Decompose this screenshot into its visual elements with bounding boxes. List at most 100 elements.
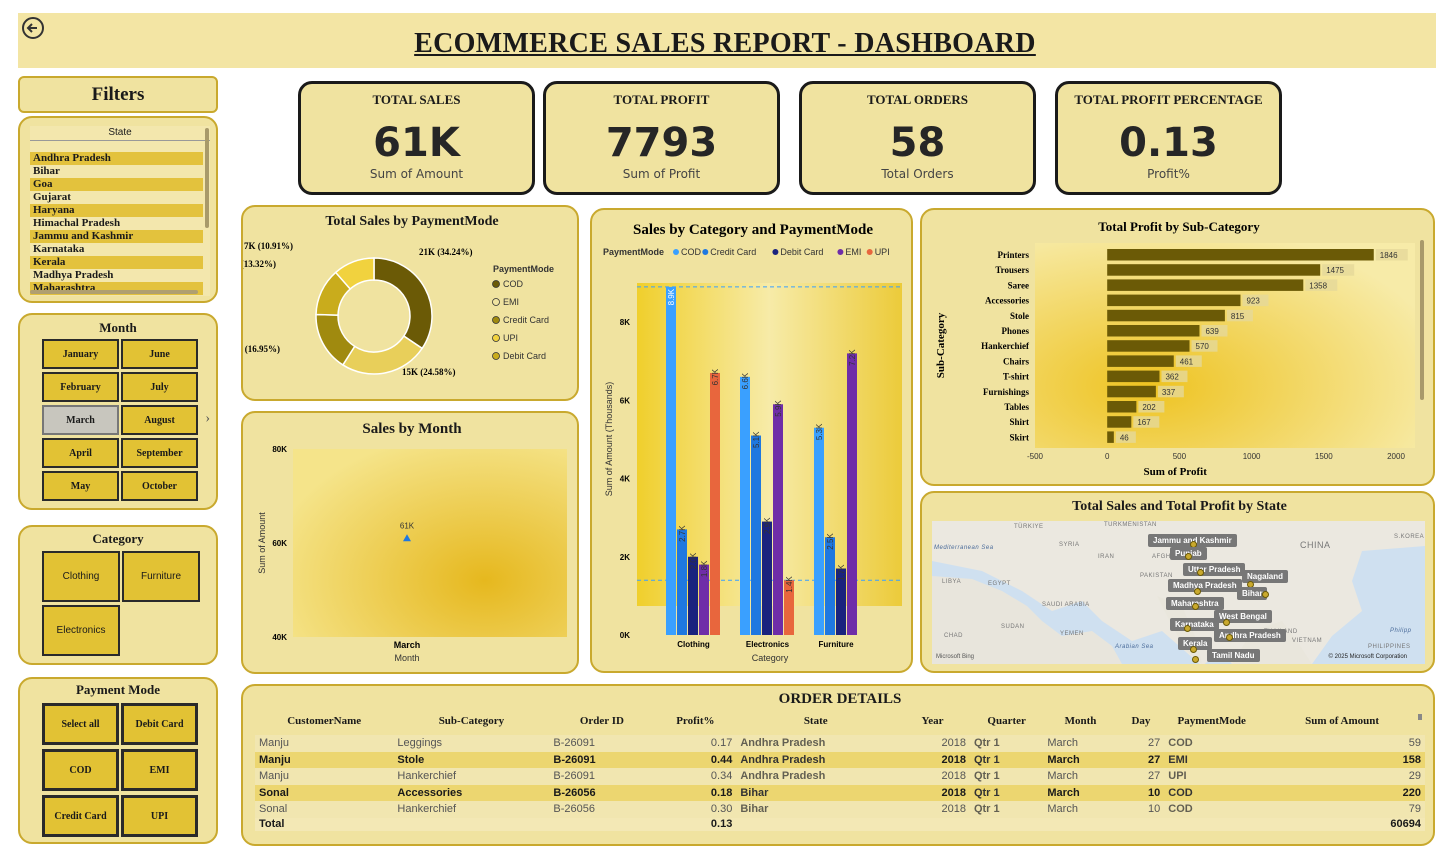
table-row[interactable]: Sonal Accessories B-26056 0.18 Bihar 2018 Qtr … [255,784,1425,801]
table-cell: Sonal [259,786,289,799]
column-header[interactable]: Month [1043,711,1117,730]
y-tick-label: 2K [620,553,630,562]
state-list[interactable]: Andhra Pradesh Bihar Goa Gujarat Haryana Hima… [30,152,203,295]
column-header[interactable]: Year [895,711,970,730]
profit-chart[interactable]: Total Profit by Sub-Category 1846 Printers… [922,210,1437,488]
column-header[interactable]: Sum of Amount [1259,711,1425,730]
month-button[interactable]: July [121,372,198,402]
map-state-label[interactable]: Uttar Pradesh [1183,563,1246,576]
column-header[interactable]: Order ID [549,711,654,730]
column-header[interactable]: PaymentMode [1164,711,1259,730]
bar [1107,370,1160,383]
map-state-label[interactable]: Tamil Nadu [1207,649,1260,662]
state-vscrollbar[interactable] [205,128,209,228]
payment-button[interactable]: Credit Card [42,795,119,837]
state-item[interactable]: Jammu and Kashmir [30,230,203,243]
table-cell: B-26056 [553,786,596,799]
category-button[interactable]: Electronics [42,605,120,656]
payment-button[interactable]: UPI [121,795,198,837]
month-button[interactable]: June [121,339,198,369]
month-button[interactable]: March [42,405,119,435]
legend-dot-icon [492,280,500,288]
month-button[interactable]: April [42,438,119,468]
x-tick-label: 2000 [1387,452,1405,461]
table-row[interactable]: Manju Leggings B-26091 0.17 Andhra Pradesh 20… [255,735,1425,752]
profit-scrollbar[interactable] [1420,240,1424,400]
state-item[interactable]: Gujarat [30,191,203,204]
order-scrollbar[interactable] [1418,714,1422,720]
column-header[interactable]: Sub-Category [393,711,549,730]
state-item[interactable]: Kerala [30,256,203,269]
table-total-cell: 60694 [1390,818,1421,830]
state-item[interactable]: Karnataka [30,243,203,256]
kpi-value: 0.13 [1119,120,1218,166]
column-header[interactable]: CustomerName [255,711,393,730]
table-row[interactable]: Sonal Hankerchief B-26056 0.30 Bihar 2018 Qtr … [255,801,1425,818]
bar [1107,309,1225,322]
map-place-label: PAKISTAN [1140,573,1173,579]
state-item[interactable]: Haryana [30,204,203,217]
month-button[interactable]: October [121,471,198,501]
month-button[interactable]: February [42,372,119,402]
map-bubble[interactable] [1197,569,1204,576]
bar-data-label: 2.9K [763,517,772,534]
column-header[interactable]: Quarter [970,711,1043,730]
map-bubble[interactable] [1185,553,1192,560]
map-bubble[interactable] [1190,646,1197,653]
state-item[interactable]: Bihar [30,165,203,178]
map-state-label[interactable]: Andhra Pradesh [1214,629,1286,642]
category-button[interactable]: Clothing [42,551,120,602]
donut-legend-item: UPI [503,333,518,343]
state-item[interactable]: Andhra Pradesh [30,152,203,165]
category-title: Category [92,531,144,546]
payment-button[interactable]: COD [42,749,119,791]
chevron-right-icon[interactable]: › [205,411,210,427]
table-header-row: CustomerName Sub-Category Order ID Profit% S… [255,711,1425,730]
month-chart[interactable]: 80K 60K 40K 61K March Month Sum of Amount [243,413,581,676]
table-total-cell [895,818,970,831]
map-bubble[interactable] [1192,603,1199,610]
table-cell: Hankerchief [397,770,457,783]
table-cell: 0.30 [710,803,733,816]
category-chart[interactable]: Sales by Category and PaymentMode Payment… [592,210,915,675]
column-header[interactable]: Profit% [654,711,736,730]
state-item[interactable]: Himachal Pradesh [30,217,203,230]
payment-button[interactable]: EMI [121,749,198,791]
map-area[interactable]: TÜRKIYETURKMENISTANSYRIAIRANAFGHANISTANC… [932,521,1425,664]
column-header[interactable]: State [736,711,895,730]
category-button[interactable]: Furniture [122,551,200,602]
table-row[interactable]: Manju Stole B-26091 0.44 Andhra Pradesh 2018 Q… [255,751,1425,768]
table-cell: Bihar [740,786,769,799]
map-state-label[interactable]: Madhya Pradesh [1168,579,1242,592]
map-bubble[interactable] [1226,634,1233,641]
payment-button[interactable]: Debit Card [121,703,198,745]
state-slicer[interactable]: State Andhra Pradesh Bihar Goa Gujarat Harya… [18,116,218,303]
map-state-label[interactable]: Karnataka [1170,618,1219,631]
month-button[interactable]: September [121,438,198,468]
column-header[interactable]: Day [1118,711,1165,730]
state-hscrollbar[interactable] [30,290,198,294]
table-total-cell [1043,818,1117,831]
map-bubble[interactable] [1262,591,1269,598]
table-cell: Hankerchief [397,803,457,816]
payment-button[interactable]: Select all [42,703,119,745]
legend-dot-icon [673,249,679,255]
y-tick-label: Tables [1004,402,1029,412]
profit-chart-card: Total Profit by Sub-Category 1846 Printers… [920,208,1435,486]
order-table: CustomerName Sub-Category Order ID Profit% S… [255,711,1425,831]
table-row[interactable]: Manju Hankerchief B-26091 0.34 Andhra Prades… [255,768,1425,785]
x-tick-label: 0 [1105,452,1110,461]
state-item[interactable]: Madhya Pradesh [30,269,203,282]
month-button[interactable]: August [121,405,198,435]
map-bubble[interactable] [1194,588,1201,595]
month-button[interactable]: May [42,471,119,501]
map-bubble[interactable] [1192,656,1199,663]
month-button[interactable]: January [42,339,119,369]
donut-chart[interactable]: 21K (34.24%) 15K (24.58%) 10K (16.95%) 8K (… [243,207,581,403]
table-cell: Manju [259,737,289,750]
legend-dot-icon [702,249,709,255]
map-bubble[interactable] [1184,625,1191,632]
state-item[interactable]: Goa [30,178,203,191]
month-chart-card: Sales by Month 80K 60K 40K 61K March Month Sum… [241,411,579,674]
map-bubble[interactable] [1223,619,1230,626]
